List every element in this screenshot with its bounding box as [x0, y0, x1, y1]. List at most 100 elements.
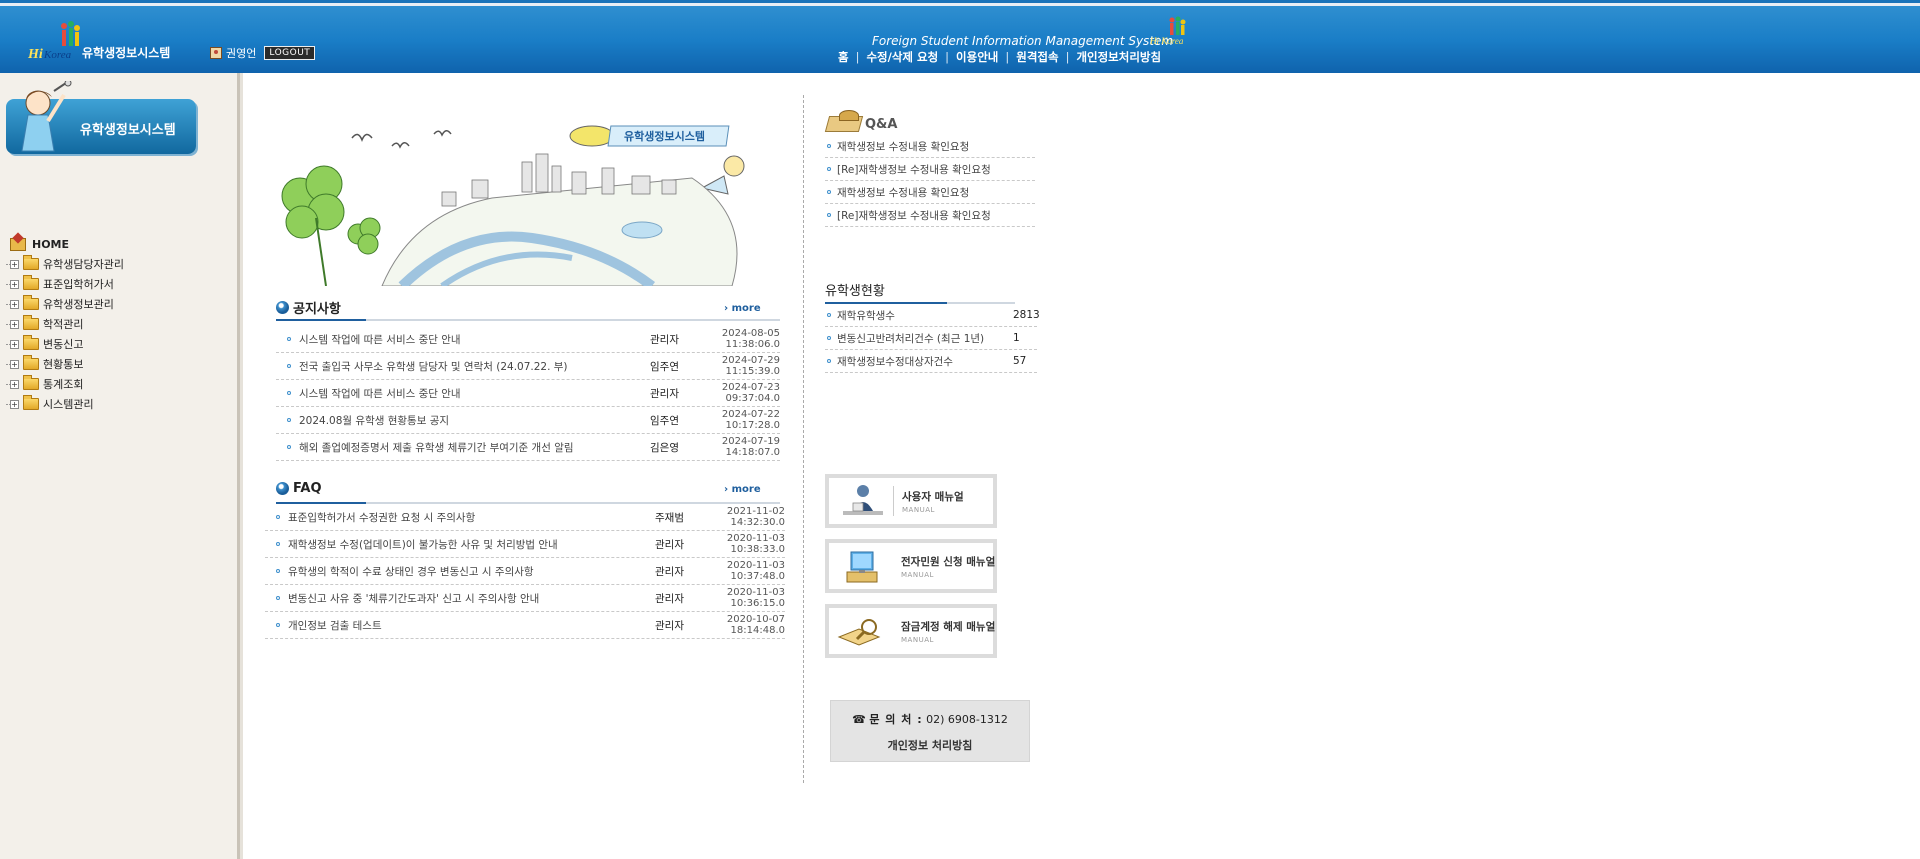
folder-icon	[23, 395, 39, 410]
faq-row[interactable]: 개인정보 검출 테스트 관리자 2020-10-07 18:14:48.0	[265, 612, 785, 639]
qa-item[interactable]: [Re]재학생정보 수정내용 확인요청	[825, 204, 1035, 227]
user-manual-button[interactable]: 사용자 매뉴얼 MANUAL	[825, 474, 997, 528]
notice-row-time: 11:38:06.0	[725, 339, 780, 350]
qa-item[interactable]: [Re]재학생정보 수정내용 확인요청	[825, 158, 1035, 181]
folder-icon	[23, 295, 39, 310]
expand-plus-icon[interactable]: +	[6, 319, 19, 329]
nav-privacy-policy[interactable]: 개인정보처리방침	[1076, 49, 1161, 65]
sidebar-item-standard-admission[interactable]: + 표준입학허가서	[6, 274, 124, 294]
sidebar-home[interactable]: HOME	[10, 238, 124, 251]
hikorea-logo[interactable]: Hi Korea 유학생정보시스템	[14, 16, 194, 62]
student-status-label[interactable]: 변동신고반려처리건수 (최근 1년)	[837, 331, 1013, 346]
faq-row-datetime: 2020-11-03 10:37:48.0	[717, 560, 785, 582]
sidebar-item-change-report[interactable]: + 변동신고	[6, 334, 124, 354]
faq-row-author: 관리자	[655, 619, 684, 632]
notice-row-title[interactable]: 2024.08월 유학생 현황통보 공지	[299, 413, 650, 428]
student-status-label[interactable]: 재학유학생수	[837, 308, 1013, 323]
row-bullet-icon	[287, 445, 291, 449]
notice-row-date: 2024-07-22	[721, 409, 780, 420]
faq-row[interactable]: 유학생의 학적이 수료 상태인 경우 변동신고 시 주의사항 관리자 2020-…	[265, 558, 785, 585]
faq-row[interactable]: 표준입학허가서 수정권한 요청 시 주의사항 주재범 2021-11-02 14:…	[265, 504, 785, 531]
sidebar-item-student-officer-mgmt[interactable]: + 유학생담당자관리	[6, 254, 124, 274]
qa-item[interactable]: 재학생정보 수정내용 확인요청	[825, 181, 1035, 204]
unlock-account-manual-button[interactable]: 잠금계정 해제 매뉴얼 MANUAL	[825, 604, 997, 658]
folder-icon	[23, 335, 39, 350]
notice-more-link[interactable]: › more	[724, 303, 761, 314]
qa-item-title[interactable]: 재학생정보 수정내용 확인요청	[837, 185, 1035, 200]
row-bullet-icon	[287, 418, 291, 422]
notice-row-title[interactable]: 시스템 작업에 따른 서비스 중단 안내	[299, 386, 650, 401]
faq-more-link[interactable]: › more	[724, 484, 761, 495]
faq-row-title[interactable]: 표준입학허가서 수정권한 요청 시 주의사항	[288, 510, 655, 525]
notice-row-title[interactable]: 전국 출입국 사무소 유학생 담당자 및 연락처 (24.07.22. 부)	[299, 359, 650, 374]
sidebar-item-statistics[interactable]: + 통계조회	[6, 374, 124, 394]
notice-row[interactable]: 시스템 작업에 따른 서비스 중단 안내 관리자 2024-07-23 09:37…	[276, 380, 780, 407]
qa-title: Q&A	[865, 117, 898, 132]
faq-row-date: 2020-11-03	[726, 560, 785, 571]
notice-row-title[interactable]: 시스템 작업에 따른 서비스 중단 안내	[299, 332, 650, 347]
sidebar-item-system-mgmt[interactable]: + 시스템관리	[6, 394, 124, 414]
student-status-label[interactable]: 재학생정보수정대상자건수	[837, 354, 1013, 369]
faq-row-date: 2020-11-03	[726, 533, 785, 544]
nav-separator: |	[945, 50, 950, 64]
faq-row[interactable]: 변동신고 사유 중 '체류기간도과자' 신고 시 주의사항 안내 관리자 202…	[265, 585, 785, 612]
qa-item[interactable]: 재학생정보 수정내용 확인요청	[825, 135, 1035, 158]
nav-usage-guide[interactable]: 이용안내	[956, 49, 998, 65]
faq-row-date: 2020-11-03	[726, 587, 785, 598]
top-header: Hi Korea 유학생정보시스템 권영언 LOGOUT Foreign Stu…	[0, 0, 1920, 73]
qa-item-title[interactable]: [Re]재학생정보 수정내용 확인요청	[837, 208, 1035, 223]
e-petition-manual-title: 전자민원 신청 매뉴얼	[901, 555, 996, 568]
notice-row-datetime: 2024-07-19 14:18:07.0	[712, 436, 780, 458]
faq-row-title[interactable]: 유학생의 학적이 수료 상태인 경우 변동신고 시 주의사항	[288, 564, 655, 579]
sidebar-home-label: HOME	[32, 238, 70, 251]
system-english-title: Foreign Student Information Management S…	[872, 34, 1174, 48]
notice-row[interactable]: 시스템 작업에 따른 서비스 중단 안내 관리자 2024-08-05 11:38…	[276, 326, 780, 353]
notice-row[interactable]: 해외 졸업예정증명서 제출 유학생 체류기간 부여기준 개선 알림 김은영 20…	[276, 434, 780, 461]
faq-row-date: 2020-10-07	[726, 614, 785, 625]
faq-row-title[interactable]: 변동신고 사유 중 '체류기간도과자' 신고 시 주의사항 안내	[288, 591, 655, 606]
notice-row[interactable]: 전국 출입국 사무소 유학생 담당자 및 연락처 (24.07.22. 부) 임…	[276, 353, 780, 380]
qa-item-title[interactable]: [Re]재학생정보 수정내용 확인요청	[837, 162, 1035, 177]
student-status-value: 1	[1013, 332, 1020, 344]
faq-row-author: 관리자	[655, 592, 684, 605]
sidebar-item-label: 시스템관리	[43, 398, 94, 411]
qa-item-title[interactable]: 재학생정보 수정내용 확인요청	[837, 139, 1035, 154]
row-bullet-icon	[276, 596, 280, 600]
notice-row-time: 10:17:28.0	[725, 420, 780, 431]
expand-plus-icon[interactable]: +	[6, 359, 19, 369]
unlock-account-manual-sub: MANUAL	[901, 635, 934, 644]
notice-row-time: 11:15:39.0	[725, 366, 780, 377]
faq-row[interactable]: 재학생정보 수정(업데이트)이 불가능한 사유 및 처리방법 안내 관리자 20…	[265, 531, 785, 558]
faq-row-title[interactable]: 재학생정보 수정(업데이트)이 불가능한 사유 및 처리방법 안내	[288, 537, 655, 552]
expand-plus-icon[interactable]: +	[6, 379, 19, 389]
expand-plus-icon[interactable]: +	[6, 299, 19, 309]
notice-row[interactable]: 2024.08월 유학생 현황통보 공지 임주연 2024-07-22 10:17…	[276, 407, 780, 434]
nav-separator: |	[1065, 50, 1070, 64]
student-status-row[interactable]: 재학생정보수정대상자건수 57	[825, 350, 1037, 373]
expand-plus-icon[interactable]: +	[6, 259, 19, 269]
home-folder-icon	[10, 238, 26, 251]
nav-home[interactable]: 홈	[838, 49, 849, 65]
nav-edit-delete-request[interactable]: 수정/삭제 요청	[866, 49, 938, 65]
sidebar-item-status-notice[interactable]: + 현황통보	[6, 354, 124, 374]
privacy-policy-link[interactable]: 개인정보 처리방침	[831, 737, 1029, 753]
e-petition-manual-button[interactable]: 전자민원 신청 매뉴얼 MANUAL	[825, 539, 997, 593]
faq-row-datetime: 2020-10-07 18:14:48.0	[717, 614, 785, 636]
logout-button[interactable]: LOGOUT	[264, 46, 316, 60]
sidebar-item-student-info-mgmt[interactable]: + 유학생정보관리	[6, 294, 124, 314]
notice-row-time: 09:37:04.0	[725, 393, 780, 404]
contact-label: 문 의 처 :	[869, 713, 923, 726]
expand-plus-icon[interactable]: +	[6, 339, 19, 349]
sidebar-item-academic-records[interactable]: + 학적관리	[6, 314, 124, 334]
nav-remote-access[interactable]: 원격접속	[1016, 49, 1058, 65]
expand-plus-icon[interactable]: +	[6, 399, 19, 409]
svg-text:Hi: Hi	[27, 47, 43, 62]
notice-list: 시스템 작업에 따른 서비스 중단 안내 관리자 2024-08-05 11:38…	[276, 326, 780, 461]
expand-plus-icon[interactable]: +	[6, 279, 19, 289]
student-status-row[interactable]: 변동신고반려처리건수 (최근 1년) 1	[825, 327, 1037, 350]
faq-row-title[interactable]: 개인정보 검출 테스트	[288, 618, 655, 633]
student-status-row[interactable]: 재학유학생수 2813	[825, 304, 1040, 327]
sidebar-item-label: 현황통보	[43, 358, 84, 371]
phone-icon: ☎	[852, 713, 866, 726]
notice-row-title[interactable]: 해외 졸업예정증명서 제출 유학생 체류기간 부여기준 개선 알림	[299, 440, 650, 455]
